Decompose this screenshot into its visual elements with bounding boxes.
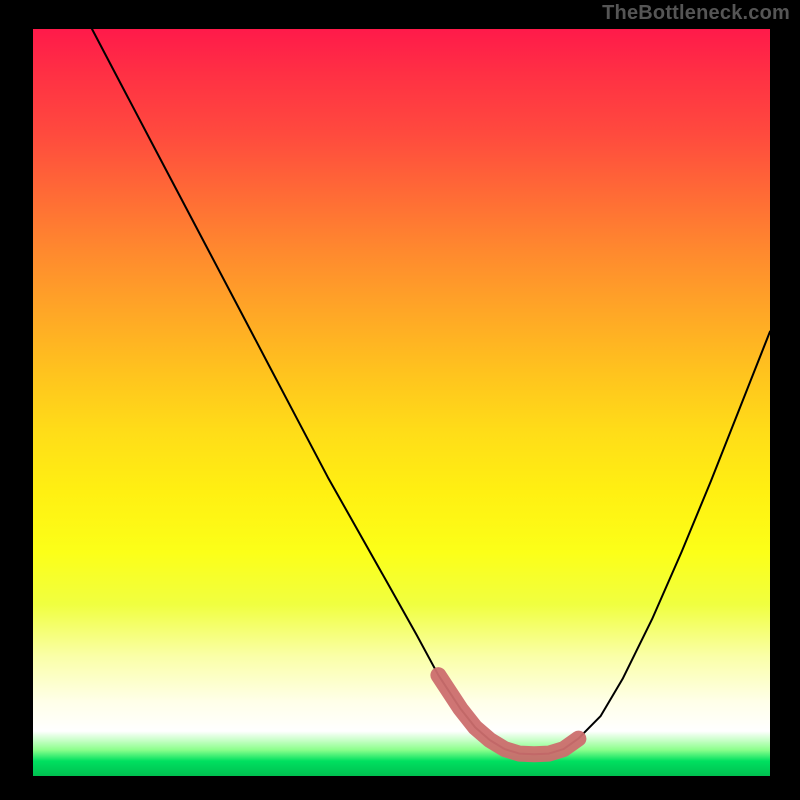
chart-frame: TheBottleneck.com bbox=[0, 0, 800, 800]
chart-svg bbox=[0, 0, 800, 800]
bottleneck-curve bbox=[92, 29, 770, 754]
optimal-band bbox=[438, 675, 578, 754]
watermark-text: TheBottleneck.com bbox=[602, 2, 790, 25]
